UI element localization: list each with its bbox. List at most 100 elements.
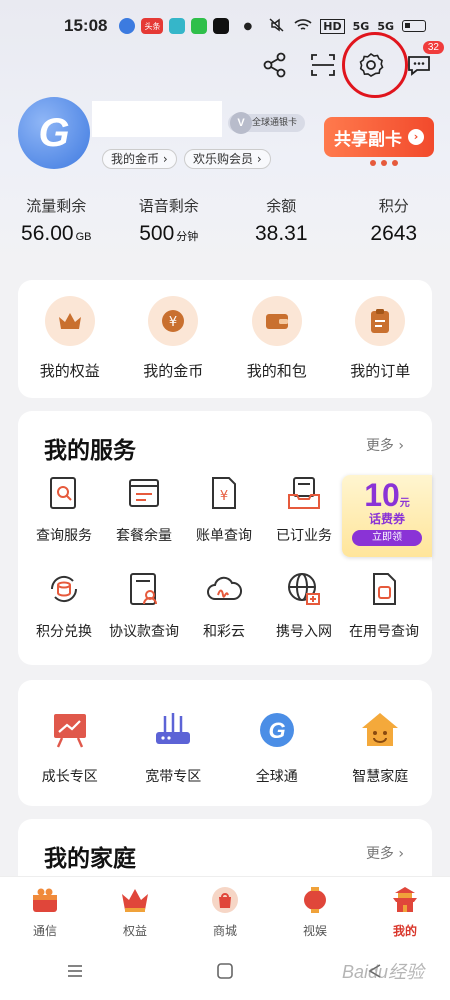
package-balance-button[interactable]: 套餐余量	[104, 473, 184, 545]
share-subcard-label: 共享副卡	[334, 129, 402, 150]
crown-icon	[122, 889, 148, 912]
quick-label: 我的权益	[39, 362, 100, 380]
share-subcard-button[interactable]: 共享副卡 ›	[324, 117, 434, 157]
points-exchange-icon	[50, 575, 78, 603]
avatar[interactable]: G	[18, 97, 90, 169]
service-label: 在用号查询	[349, 624, 419, 640]
cloud-icon	[207, 576, 243, 600]
signal-5g-icon: 5G	[377, 19, 394, 33]
signal-5g-icon: 5G	[352, 19, 370, 33]
toutiao-icon: 头条	[141, 18, 164, 34]
share-icon[interactable]	[260, 50, 290, 80]
zone-label: 成长专区	[41, 769, 98, 785]
coin-icon: ¥	[148, 296, 199, 346]
subscribed-icon	[288, 477, 320, 509]
coupon-title: 话费券	[368, 512, 405, 526]
svg-text:¥: ¥	[169, 315, 177, 330]
my-coins-chip[interactable]: 我的金币 ›	[102, 149, 177, 169]
section-title: 我的家庭	[44, 846, 136, 872]
message-icon[interactable]: 32	[404, 41, 444, 80]
home-icon[interactable]	[216, 962, 234, 984]
stat-points[interactable]: 积分 2643	[338, 195, 450, 246]
hd-icon: HD	[320, 18, 345, 34]
status-time: 15:08	[64, 16, 108, 35]
agreement-query-button[interactable]: 协议款查询	[104, 569, 184, 641]
app-notification-icon	[213, 18, 230, 34]
query-service-button[interactable]: 查询服务	[24, 473, 104, 545]
subscribed-services-button[interactable]: 已订业务	[264, 473, 344, 545]
svg-text:G: G	[268, 718, 285, 743]
number-porting-button[interactable]: 携号入网	[264, 569, 344, 641]
baidu-watermark: Baidu经验	[341, 962, 424, 982]
broadband-zone-button[interactable]: 宽带专区	[125, 710, 221, 806]
quick-label: 我的和包	[246, 362, 307, 380]
coupon-amount: 10元	[364, 477, 410, 513]
claim-coupon-button[interactable]: 立即领	[352, 530, 422, 546]
quick-access-card: 我的权益 ¥ 我的金币 我的和包 我的订单	[18, 280, 432, 398]
agreement-icon	[130, 573, 157, 605]
global-link-button[interactable]: G 全球通	[229, 710, 325, 806]
stat-data-remaining[interactable]: 流量剩余 56.00 GB	[0, 195, 113, 246]
nav-tab-rights[interactable]: 权益	[90, 877, 180, 946]
lantern-icon	[304, 887, 326, 913]
my-wallet-button[interactable]: 我的和包	[232, 296, 322, 398]
bill-coupon-floating-banner[interactable]: 10元 话费券 立即领	[342, 475, 432, 557]
nav-label: 我的	[392, 924, 417, 938]
smart-home-button[interactable]: 智慧家庭	[332, 710, 428, 806]
nav-tab-communication[interactable]: 通信	[0, 877, 90, 946]
stat-value: 2643	[370, 222, 418, 245]
service-label: 查询服务	[36, 528, 92, 544]
zone-label: 全球通	[255, 769, 298, 785]
services-more-link[interactable]: 更多 ›	[366, 435, 404, 455]
message-count-badge: 32	[422, 41, 444, 54]
stat-label: 流量剩余	[26, 197, 87, 215]
status-app-icons: 头条 ●	[119, 18, 252, 34]
nav-label: 视娱	[302, 924, 327, 938]
vip-level-badge[interactable]: V 全球通银卡	[228, 112, 306, 134]
settings-icon[interactable]	[342, 32, 408, 98]
stat-label: 余额	[266, 197, 297, 215]
stat-label: 语音剩余	[138, 197, 199, 215]
bottom-navigation: 通信 权益 商城 视娱 我的	[0, 876, 450, 946]
sim-icon	[373, 573, 396, 605]
my-coins-button[interactable]: ¥ 我的金币	[128, 296, 218, 398]
cloud-service-button[interactable]: 和彩云	[184, 569, 264, 641]
account-stats: 流量剩余 56.00 GB 语音剩余 500 分钟 余额 38.31 积分 2643	[0, 195, 450, 246]
bill-icon: ¥	[212, 477, 236, 509]
service-label: 账单查询	[196, 528, 252, 544]
nav-tab-mine[interactable]: 我的	[360, 877, 450, 946]
stat-voice-remaining[interactable]: 语音剩余 500 分钟	[113, 195, 226, 246]
bill-query-button[interactable]: ¥ 账单查询	[184, 473, 264, 545]
nav-label: 商城	[212, 924, 237, 938]
scan-icon[interactable]	[308, 50, 338, 80]
more-notifications-icon: ●	[243, 20, 253, 32]
growth-zone-button[interactable]: 成长专区	[22, 710, 118, 806]
family-more-link[interactable]: 更多 ›	[366, 843, 404, 863]
clipboard-icon	[355, 296, 406, 346]
globe-icon	[288, 573, 320, 605]
my-rights-button[interactable]: 我的权益	[25, 296, 115, 398]
menu-icon[interactable]	[66, 963, 84, 983]
my-orders-button[interactable]: 我的订单	[335, 296, 425, 398]
quick-label: 我的订单	[350, 362, 411, 380]
points-exchange-button[interactable]: 积分兑换	[24, 569, 104, 641]
service-label: 和彩云	[203, 624, 245, 640]
nav-tab-entertainment[interactable]: 视娱	[270, 877, 360, 946]
stat-value: 38.31	[254, 222, 308, 245]
settings-highlight-circle	[342, 32, 408, 98]
chevron-right-icon: ›	[408, 129, 424, 145]
zone-label: 智慧家庭	[352, 769, 409, 785]
router-icon	[156, 713, 191, 744]
service-label: 积分兑换	[36, 624, 92, 640]
shop-icon	[212, 887, 238, 913]
app-notification-icon	[119, 18, 136, 34]
active-number-query-button[interactable]: 在用号查询	[344, 569, 424, 641]
stat-balance[interactable]: 余额 38.31	[225, 195, 338, 246]
wallet-icon	[251, 296, 302, 346]
vip-level-label: 全球通银卡	[252, 118, 298, 128]
stat-value: 500 分钟	[139, 222, 199, 245]
zones-card: 成长专区 宽带专区 G 全球通 智慧家庭	[18, 680, 432, 806]
nav-tab-shop[interactable]: 商城	[180, 877, 270, 946]
carousel-indicator	[370, 160, 398, 166]
member-chip[interactable]: 欢乐购会员 ›	[184, 149, 271, 169]
